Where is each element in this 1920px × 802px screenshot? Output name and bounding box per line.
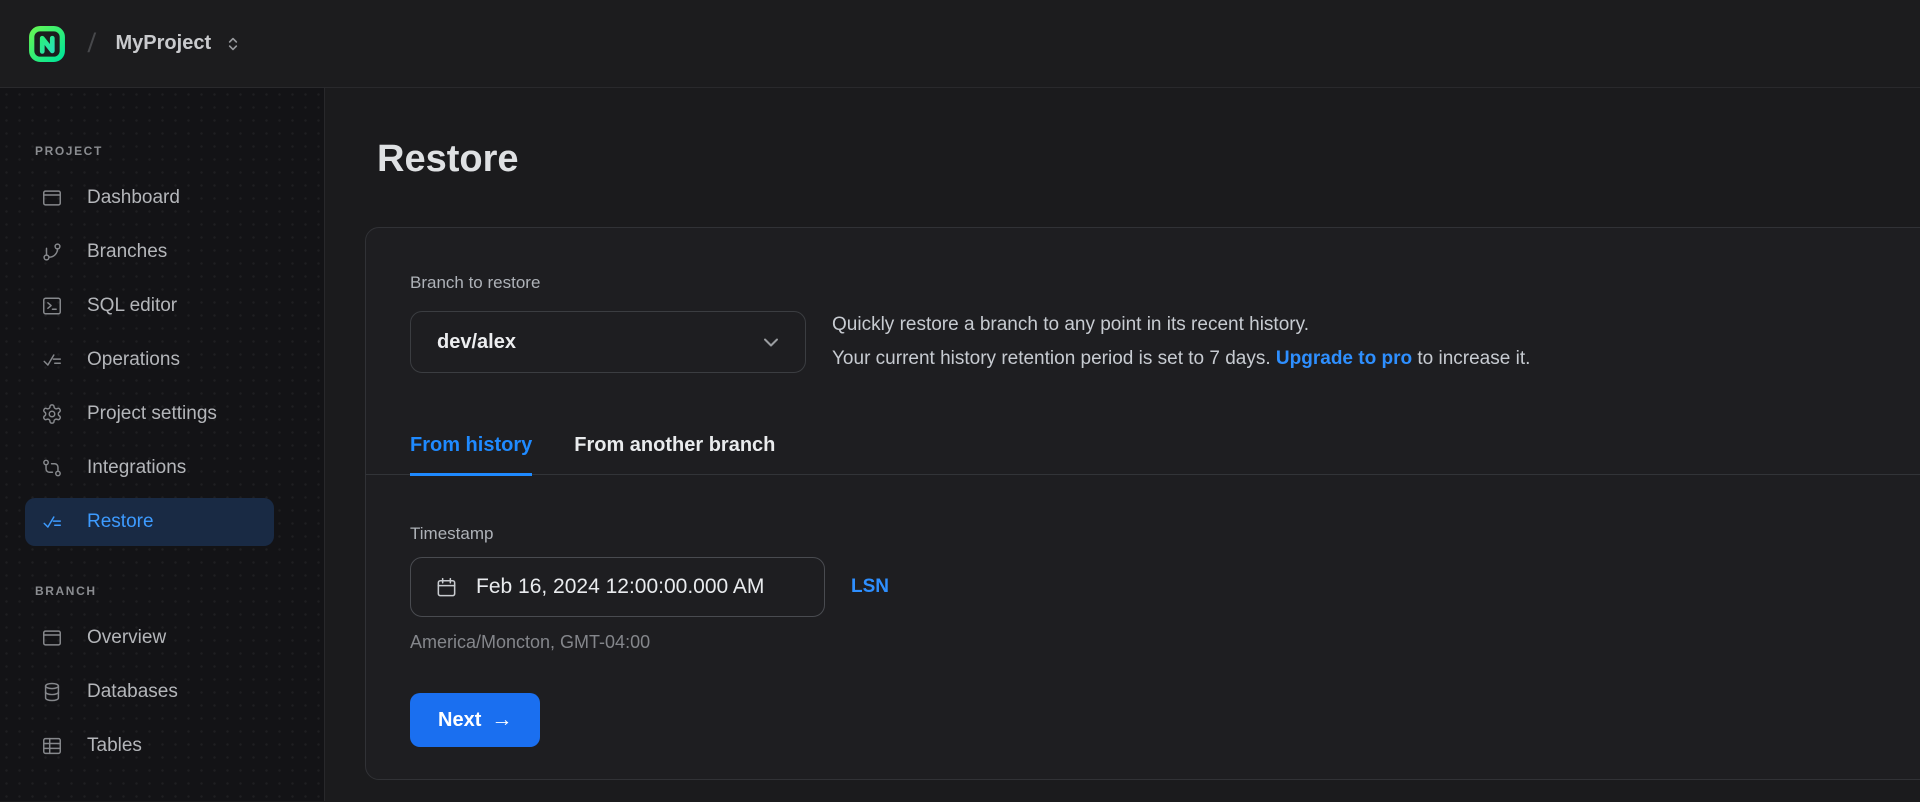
neon-logo-icon[interactable] <box>28 25 66 63</box>
database-icon <box>41 681 63 703</box>
sidebar-item-label: SQL editor <box>87 295 178 316</box>
sidebar-item-label: Operations <box>87 349 180 370</box>
upgrade-to-pro-link[interactable]: Upgrade to pro <box>1276 348 1412 369</box>
browser-icon <box>41 627 63 649</box>
git-branch-icon <box>41 241 63 263</box>
sidebar-item-branches[interactable]: Branches <box>25 228 274 276</box>
browser-icon <box>41 187 63 209</box>
timezone-text: America/Moncton, GMT-04:00 <box>410 632 651 652</box>
sidebar-section-branch: BRANCH <box>35 584 97 598</box>
sidebar-item-label: Databases <box>87 681 178 702</box>
sidebar-item-overview[interactable]: Overview <box>25 614 274 662</box>
sidebar-item-label: Tables <box>87 735 142 756</box>
project-name: MyProject <box>115 32 212 54</box>
description-line2: Your current history retention period is… <box>832 342 1530 376</box>
sidebar-item-tables[interactable]: Tables <box>25 722 274 770</box>
tab-from-history[interactable]: From history <box>410 434 533 476</box>
next-button-label: Next <box>438 708 482 731</box>
restore-history-icon <box>41 511 63 533</box>
sidebar-item-project-settings[interactable]: Project settings <box>25 390 274 438</box>
timestamp-label: Timestamp <box>410 524 494 543</box>
top-bar: / MyProject <box>0 0 1920 88</box>
next-button[interactable]: Next → <box>410 693 541 747</box>
sidebar-item-integrations[interactable]: Integrations <box>25 444 274 492</box>
sidebar-item-databases[interactable]: Databases <box>25 668 274 716</box>
branch-select-value: dev/alex <box>437 330 516 353</box>
branch-select[interactable]: dev/alex <box>410 311 806 373</box>
restore-card: Branch to restore dev/alex Quickly resto… <box>365 227 1920 780</box>
lsn-link[interactable]: LSN <box>851 576 889 598</box>
chevrons-up-down-icon <box>228 37 238 50</box>
sidebar-item-label: Dashboard <box>87 187 180 208</box>
branch-to-restore-label: Branch to restore <box>410 273 541 292</box>
page-title: Restore <box>377 138 519 180</box>
sidebar-item-operations[interactable]: Operations <box>25 336 274 384</box>
gear-icon <box>41 403 63 425</box>
sidebar-item-label: Integrations <box>87 457 187 478</box>
sidebar-section-project: PROJECT <box>35 144 103 158</box>
sidebar-item-dashboard[interactable]: Dashboard <box>25 174 274 222</box>
description-line1: Quickly restore a branch to any point in… <box>832 314 1309 335</box>
integrations-icon <box>41 457 63 479</box>
timestamp-value: Feb 16, 2024 12:00:00.000 AM <box>476 575 765 598</box>
sidebar-item-restore[interactable]: Restore <box>25 498 274 546</box>
calendar-icon <box>435 576 458 599</box>
arrow-right-icon: → <box>491 708 513 731</box>
sidebar-item-label: Overview <box>87 627 167 648</box>
main-content: Restore Branch to restore dev/alex Quick… <box>325 88 1920 801</box>
tab-from-another-branch[interactable]: From another branch <box>574 434 775 474</box>
sidebar: PROJECT Dashboard Branches SQL editor Op… <box>0 88 325 801</box>
timestamp-input[interactable]: Feb 16, 2024 12:00:00.000 AM <box>410 557 825 617</box>
sidebar-item-sql-editor[interactable]: SQL editor <box>25 282 274 330</box>
project-selector[interactable]: MyProject <box>116 32 244 55</box>
description-line2-text: Your current history retention period is… <box>832 348 1276 369</box>
sidebar-item-label: Branches <box>87 241 168 262</box>
chevron-down-icon <box>759 330 783 354</box>
table-icon <box>41 735 63 757</box>
sidebar-item-label: Restore <box>87 511 154 532</box>
description-line2-suffix: to increase it. <box>1412 348 1531 369</box>
breadcrumb-separator: / <box>86 28 97 58</box>
restore-description: Quickly restore a branch to any point in… <box>832 308 1530 376</box>
restore-tabs: From history From another branch <box>366 434 1920 476</box>
check-list-icon <box>41 349 63 371</box>
terminal-icon <box>41 295 63 317</box>
app-window: / MyProject PROJECT Dashboard Branches S… <box>0 0 1920 802</box>
sidebar-item-label: Project settings <box>87 403 217 424</box>
